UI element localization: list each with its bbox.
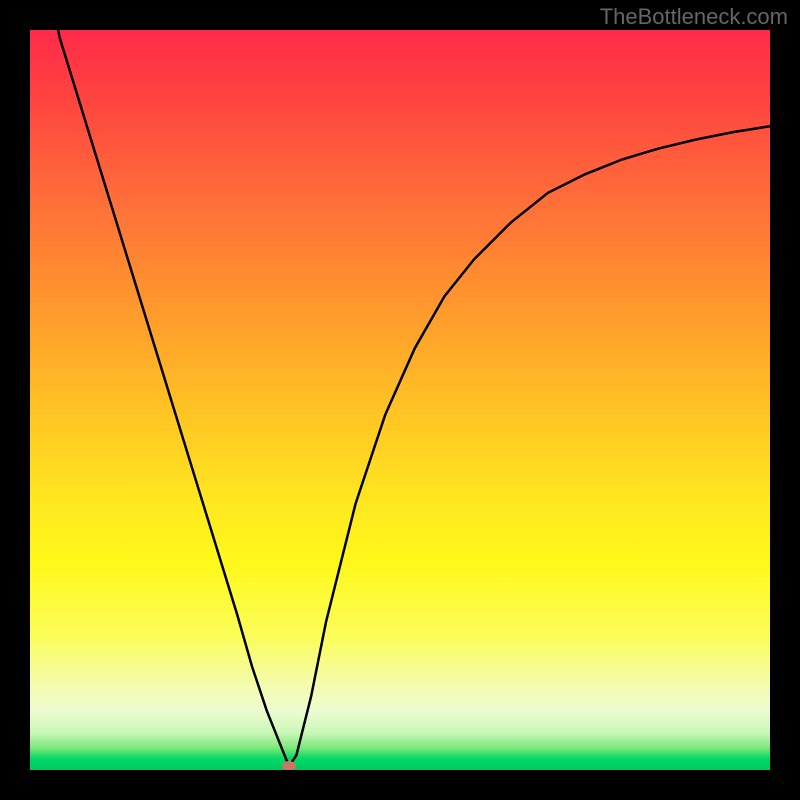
watermark-text: TheBottleneck.com <box>600 4 788 30</box>
chart-plot-area <box>30 30 770 770</box>
chart-curve-svg <box>30 30 770 770</box>
bottleneck-curve-path <box>30 30 770 766</box>
optimal-point-marker <box>282 761 296 770</box>
